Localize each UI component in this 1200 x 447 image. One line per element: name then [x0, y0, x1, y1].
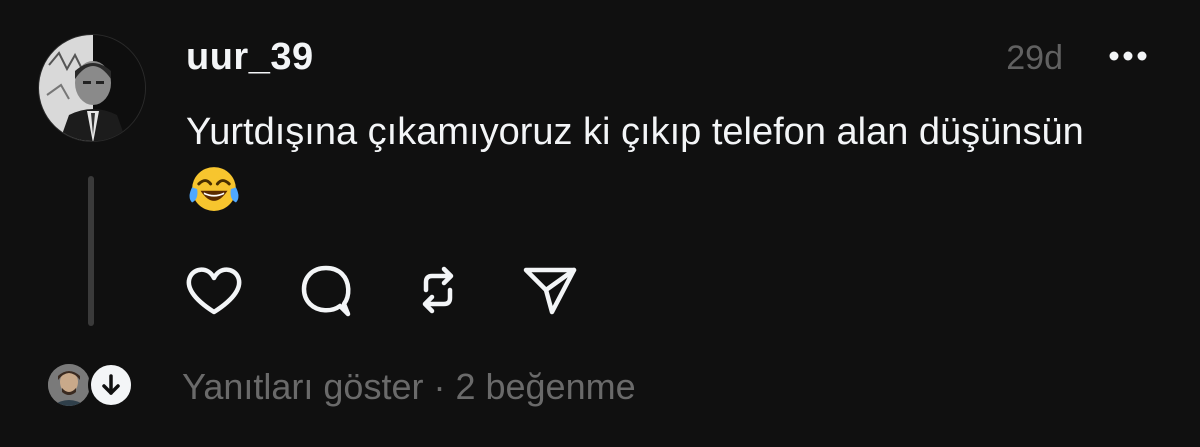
separator-dot: ·	[433, 366, 446, 407]
more-options-button[interactable]	[1100, 38, 1156, 74]
thread-line	[88, 176, 94, 326]
footer-text: Yanıtları göster · 2 beğenme	[182, 364, 636, 410]
arrow-down-icon	[102, 374, 120, 395]
comment-icon	[301, 265, 351, 317]
thread-post: uur_39 29d Yurtdışına çıkamıyoruz ki çık…	[0, 0, 1200, 447]
share-button[interactable]	[518, 260, 582, 320]
post-body: Yurtdışına çıkamıyoruz ki çıkıp telefon …	[186, 102, 1106, 224]
face-with-tears-of-joy-icon	[189, 167, 239, 211]
show-replies-link[interactable]: Yanıtları göster	[182, 366, 423, 407]
heart-icon	[186, 267, 242, 315]
post-text: Yurtdışına çıkamıyoruz ki çıkıp telefon …	[186, 111, 1084, 153]
like-button[interactable]	[182, 260, 246, 320]
replier-avatar	[48, 364, 90, 406]
username[interactable]: uur_39	[186, 34, 314, 80]
author-avatar[interactable]	[38, 34, 146, 142]
repost-icon	[422, 266, 454, 314]
replier-avatar-image	[48, 364, 90, 406]
repost-button[interactable]	[406, 260, 470, 320]
post-time: 29d	[1006, 39, 1063, 77]
avatar-image	[39, 35, 145, 141]
show-replies-badge[interactable]	[88, 362, 134, 408]
likes-count-link[interactable]: 2 beğenme	[455, 366, 635, 407]
more-dots-icon	[1109, 51, 1147, 61]
reply-button[interactable]	[294, 260, 358, 320]
send-icon	[523, 267, 577, 315]
